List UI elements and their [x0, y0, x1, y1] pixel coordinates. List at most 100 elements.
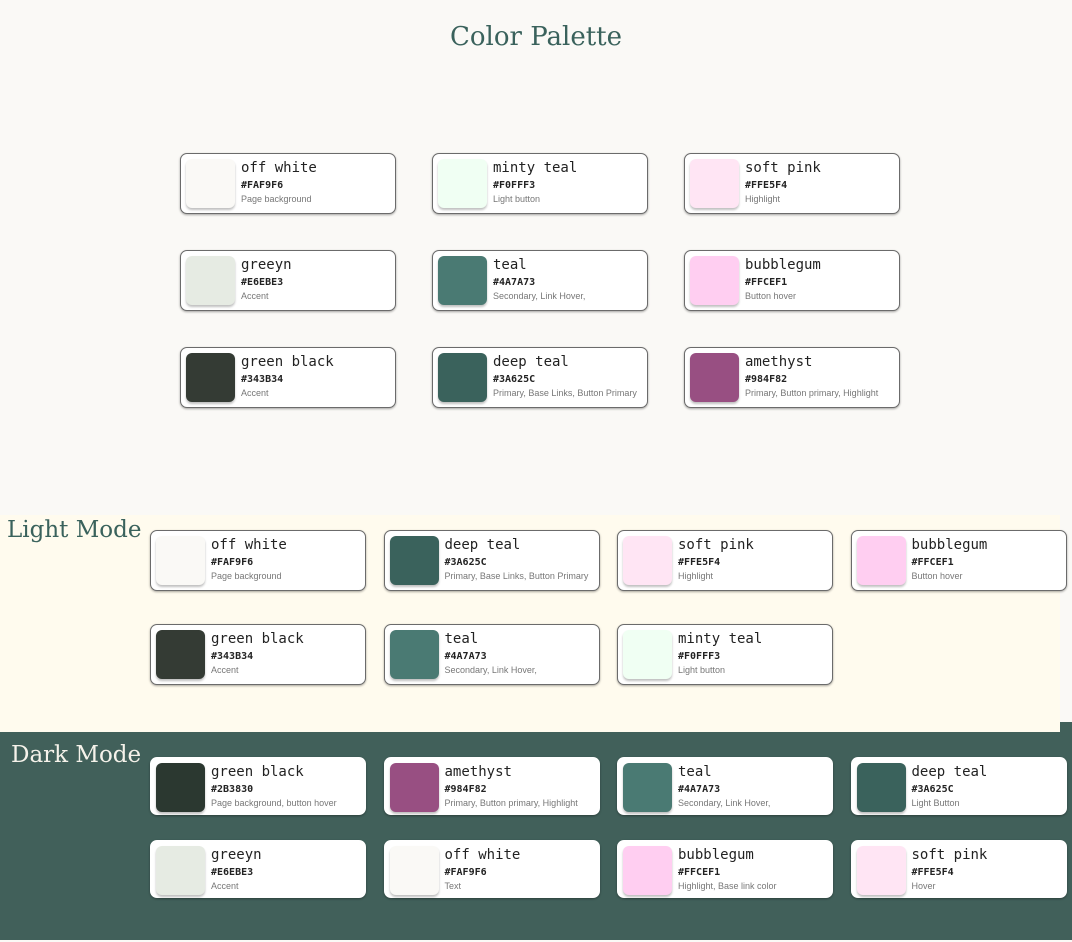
color-card: teal #4A7A73 Secondary, Link Hover, [617, 757, 833, 815]
color-card: teal #4A7A73 Secondary, Link Hover, [383, 624, 600, 685]
color-card: minty teal #F0FFF3 Light button [617, 624, 833, 685]
color-usage: Primary, Button primary, Highlight [444, 798, 578, 808]
color-swatch [690, 159, 739, 208]
color-card: deep teal #3A625C Primary, Base Links, But… [432, 347, 648, 408]
color-usage: Accent [241, 291, 269, 301]
color-swatch [389, 846, 439, 895]
color-hex: #FAF9F6 [444, 867, 487, 878]
color-hex: #FAF9F6 [241, 180, 284, 191]
color-usage: Secondary, Link Hover, [444, 665, 537, 675]
color-name: bubblegum [745, 257, 821, 273]
color-hex: #4A7A73 [493, 277, 536, 288]
color-name: green black [211, 764, 304, 780]
color-card: greeyn #E6EBE3 Accent [150, 840, 366, 898]
color-swatch [623, 846, 672, 895]
color-name: off white [211, 537, 287, 553]
color-swatch [438, 159, 487, 208]
color-name: deep teal [911, 764, 988, 780]
color-hex: #FFCEF1 [745, 277, 788, 288]
color-usage: Button hover [745, 291, 797, 301]
color-card: green black #343B34 Accent [150, 624, 366, 685]
color-usage: Page background [241, 194, 312, 204]
color-card: amethyst #984F82 Primary, Button primary, … [383, 757, 600, 815]
color-swatch [690, 353, 739, 402]
color-name: green black [211, 631, 304, 647]
color-swatch [438, 256, 487, 305]
color-card: soft pink #FFE5F4 Highlight [684, 153, 900, 214]
color-card: soft pink #FFE5F4 Highlight [617, 530, 833, 591]
color-usage: Secondary, Link Hover, [678, 798, 771, 808]
color-hex: #4A7A73 [678, 784, 721, 795]
color-swatch [623, 536, 672, 585]
color-name: teal [678, 764, 712, 780]
color-name: green black [241, 354, 334, 370]
color-swatch [186, 256, 235, 305]
color-card: deep teal #3A625C Primary, Base Links, But… [383, 530, 600, 591]
color-name: off white [241, 160, 317, 176]
color-hex: #E6EBE3 [211, 867, 254, 878]
color-card: teal #4A7A73 Secondary, Link Hover, [432, 250, 648, 311]
color-hex: #343B34 [241, 374, 284, 385]
color-usage: Page background, button hover [211, 798, 337, 808]
color-usage: Primary, Base Links, Button Primary [493, 388, 637, 398]
color-hex: #E6EBE3 [241, 277, 284, 288]
dark-mode-section: Dark Mode green black #2B3830 Page backgro… [0, 722, 1072, 940]
color-hex: #343B34 [211, 651, 254, 662]
color-name: soft pink [745, 160, 821, 176]
color-hex: #F0FFF3 [493, 180, 536, 191]
color-hex: #3A625C [911, 784, 954, 795]
color-card: green black #2B3830 Page background, butto… [150, 757, 366, 815]
color-usage: Button hover [911, 571, 963, 581]
color-hex: #FFCEF1 [678, 867, 721, 878]
color-swatch [389, 536, 439, 585]
color-card: greeyn #E6EBE3 Accent [180, 250, 396, 311]
color-usage: Secondary, Link Hover, [493, 291, 586, 301]
color-usage: Highlight [678, 571, 714, 581]
color-swatch [856, 536, 906, 585]
color-usage: Text [444, 881, 462, 891]
color-hex: #FAF9F6 [211, 557, 254, 568]
color-card: soft pink #FFE5F4 Hover [850, 840, 1067, 898]
dark-mode-label: Dark Mode [11, 742, 142, 768]
color-swatch [389, 630, 439, 679]
color-hex: #2B3830 [211, 784, 254, 795]
color-card: off white #FAF9F6 Page background [150, 530, 366, 591]
color-swatch [186, 353, 235, 402]
color-hex: #3A625C [493, 374, 536, 385]
color-name: deep teal [493, 354, 569, 370]
color-usage: Light Button [911, 798, 960, 808]
color-hex: #FFE5F4 [678, 557, 721, 568]
color-name: off white [444, 847, 521, 863]
color-swatch [856, 763, 906, 812]
page-title: Color Palette [449, 22, 623, 52]
color-name: teal [444, 631, 479, 647]
color-usage: Primary, Button primary, Highlight [745, 388, 879, 398]
color-swatch [623, 763, 672, 812]
color-name: minty teal [493, 160, 578, 176]
color-usage: Hover [911, 881, 936, 891]
color-usage: Highlight [745, 194, 781, 204]
color-card: amethyst #984F82 Primary, Button primary, … [684, 347, 900, 408]
color-usage: Accent [211, 881, 239, 891]
color-usage: Primary, Base Links, Button Primary [444, 571, 589, 581]
light-mode-label: Light Mode [7, 517, 142, 543]
color-swatch [156, 630, 205, 679]
color-card: minty teal #F0FFF3 Light button [432, 153, 648, 214]
color-hex: #FFE5F4 [911, 867, 954, 878]
color-hex: #FFE5F4 [745, 180, 788, 191]
color-swatch [156, 763, 205, 812]
color-hex: #3A625C [444, 557, 487, 568]
color-name: greeyn [211, 847, 262, 863]
color-usage: Light button [493, 194, 541, 204]
color-name: bubblegum [678, 847, 754, 863]
color-name: deep teal [444, 537, 521, 553]
color-swatch [156, 846, 205, 895]
color-name: amethyst [745, 354, 813, 370]
color-name: amethyst [444, 764, 512, 780]
light-mode-section: Light Mode off white #FAF9F6 Page backgrou… [0, 515, 1067, 732]
color-usage: Page background [211, 571, 282, 581]
color-swatch [186, 159, 235, 208]
color-usage: Light button [678, 665, 726, 675]
color-swatch [438, 353, 487, 402]
color-name: soft pink [911, 847, 988, 863]
